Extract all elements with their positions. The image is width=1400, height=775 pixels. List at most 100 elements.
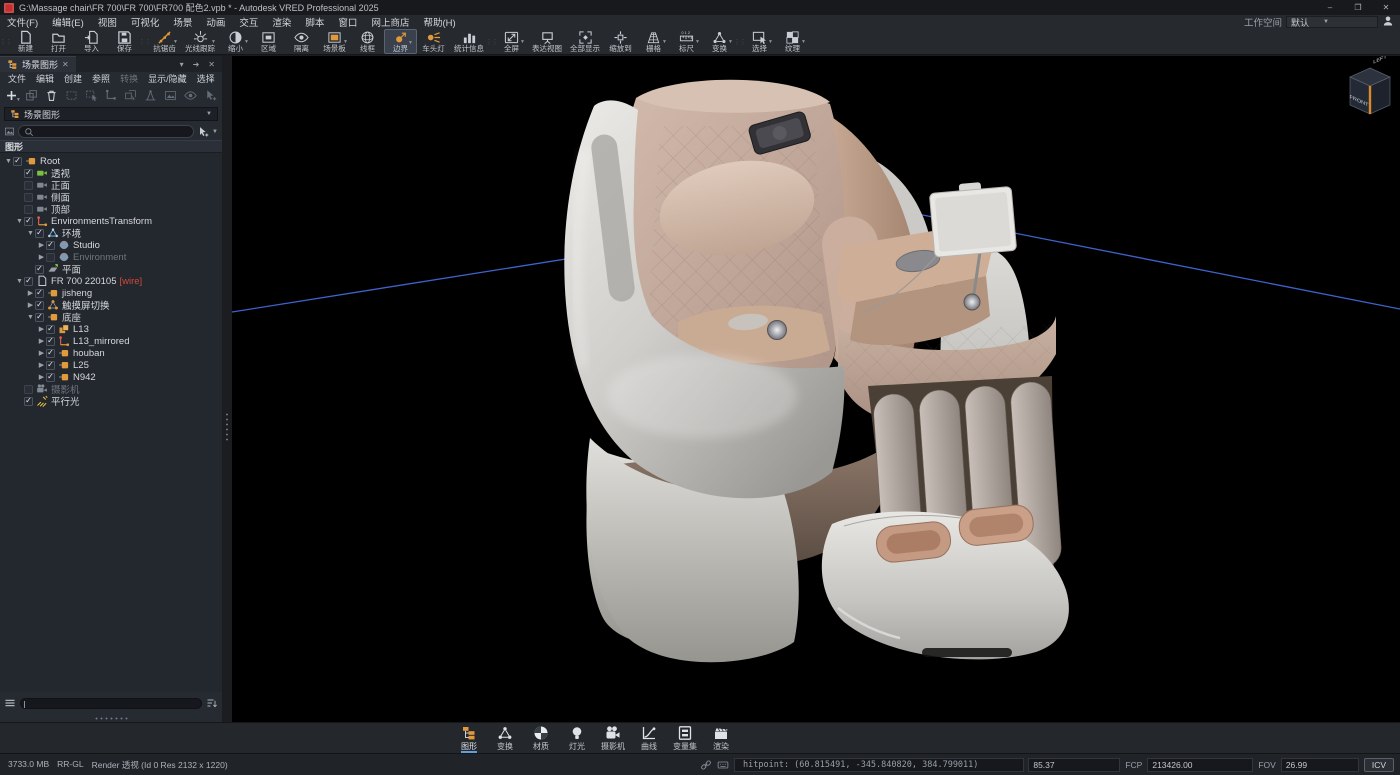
- module-摄影机[interactable]: 摄影机: [598, 723, 628, 753]
- expander-icon[interactable]: ▶: [37, 325, 46, 333]
- render-viewport[interactable]: FRONT LEFT: [232, 56, 1400, 722]
- panel-close-icon[interactable]: ✕: [208, 60, 215, 69]
- panel-menu-文件[interactable]: 文件: [3, 72, 31, 85]
- fcp-field[interactable]: 213426.00: [1147, 758, 1253, 772]
- panel-menu-创建[interactable]: 创建: [59, 72, 87, 85]
- toolbar-button-保存[interactable]: 保存: [108, 29, 141, 54]
- menu-item-脚本[interactable]: 脚本: [298, 15, 331, 29]
- tree-row[interactable]: ✓平面: [0, 263, 222, 275]
- minimize-button[interactable]: –: [1316, 0, 1344, 15]
- toolbar-grip[interactable]: ⋮⋮: [736, 29, 743, 54]
- user-icon[interactable]: [1382, 15, 1394, 30]
- tree-checkbox[interactable]: ✓: [35, 301, 44, 310]
- filter-text-field[interactable]: [20, 698, 202, 709]
- module-变量集[interactable]: 变量集: [670, 723, 700, 753]
- toolbar-button-选择[interactable]: ▼选择: [743, 29, 776, 54]
- toolbar-button-导入[interactable]: 导入: [75, 29, 108, 54]
- tree-row[interactable]: ▶✓L13_mirrored: [0, 335, 222, 347]
- panel-menu-转换[interactable]: 转换: [115, 72, 143, 85]
- toolbar-button-新建[interactable]: 新建: [9, 29, 42, 54]
- expander-icon[interactable]: ▶: [26, 289, 35, 297]
- toolbar-button-场景板[interactable]: ▼场景板: [318, 29, 351, 54]
- panel-resize-handle[interactable]: [0, 714, 222, 722]
- tree-checkbox[interactable]: ✓: [35, 265, 44, 274]
- panel-tool-select-cursor[interactable]: [82, 87, 100, 104]
- panel-tool-delete[interactable]: [43, 87, 61, 104]
- toolbar-button-缩小[interactable]: ▼缩小: [219, 29, 252, 54]
- fov-field[interactable]: 26.99: [1281, 758, 1359, 772]
- expander-icon[interactable]: ▼: [26, 314, 35, 321]
- expander-icon[interactable]: ▶: [37, 373, 46, 381]
- menu-item-渲染[interactable]: 渲染: [265, 15, 298, 29]
- tree-row[interactable]: ▼✓FR 700 220105[wire]: [0, 275, 222, 287]
- tree-checkbox[interactable]: ✓: [46, 241, 55, 250]
- expander-icon[interactable]: ▶: [37, 361, 46, 369]
- tree-row[interactable]: ▶✓Studio: [0, 239, 222, 251]
- panel-menu-arrow-icon[interactable]: ▾: [180, 60, 184, 69]
- link-icon[interactable]: [700, 759, 712, 771]
- panel-tool-pick[interactable]: [201, 87, 219, 104]
- toolbar-button-全部显示[interactable]: 全部显示: [566, 29, 604, 54]
- viewport-canvas[interactable]: FRONT LEFT: [232, 56, 1400, 722]
- module-灯光[interactable]: 灯光: [562, 723, 592, 753]
- console-icon[interactable]: [717, 759, 729, 771]
- toolbar-button-栅格[interactable]: ▼栅格: [637, 29, 670, 54]
- tree-row[interactable]: ▶✓N942: [0, 371, 222, 383]
- expander-icon[interactable]: ▼: [15, 278, 24, 285]
- tree-row[interactable]: ▼✓Root: [0, 155, 222, 167]
- tree-checkbox[interactable]: ✓: [24, 217, 33, 226]
- toolbar-grip[interactable]: ⋮⋮: [488, 29, 495, 54]
- dropdown-arrow-icon[interactable]: ▼: [244, 39, 249, 45]
- dropdown-arrow-icon[interactable]: ▼: [768, 39, 773, 45]
- tree-checkbox[interactable]: ✓: [24, 169, 33, 178]
- ncp-field[interactable]: 85.37: [1028, 758, 1120, 772]
- restore-button[interactable]: ❐: [1344, 0, 1372, 15]
- dropdown-arrow-icon[interactable]: ▼: [211, 39, 216, 45]
- dropdown-arrow-icon[interactable]: ▼: [662, 39, 667, 45]
- sort-list-icon[interactable]: [206, 697, 218, 709]
- panel-tool-select-duplicate[interactable]: [122, 87, 140, 104]
- expander-icon[interactable]: ▶: [37, 337, 46, 345]
- menu-item-视图[interactable]: 视图: [91, 15, 124, 29]
- toolbar-button-纹理[interactable]: ▼纹理: [776, 29, 809, 54]
- tree-checkbox[interactable]: [46, 253, 55, 262]
- panel-tool-visibility[interactable]: [181, 87, 199, 104]
- tree-row[interactable]: ▶✓houban: [0, 347, 222, 359]
- tree-row[interactable]: ▶✓L25: [0, 359, 222, 371]
- link-icon[interactable]: [700, 759, 712, 771]
- tree-checkbox[interactable]: [24, 385, 33, 394]
- dropdown-arrow-icon[interactable]: ▼: [520, 39, 525, 45]
- panel-tool-clone[interactable]: [23, 87, 41, 104]
- toolbar-button-表达视图[interactable]: 表达视图: [528, 29, 566, 54]
- filter-icon[interactable]: [4, 126, 15, 137]
- tree-row[interactable]: 摄影机: [0, 383, 222, 395]
- massage-chair-model[interactable]: [564, 80, 1069, 663]
- menu-icon[interactable]: [4, 697, 16, 709]
- toolbar-grip[interactable]: ⋮⋮: [141, 29, 148, 54]
- toolbar-button-变换[interactable]: ▼变换: [703, 29, 736, 54]
- tree-row[interactable]: 顶部: [0, 203, 222, 215]
- dropdown-arrow-icon[interactable]: ▼: [343, 39, 348, 45]
- tree-checkbox[interactable]: ✓: [24, 397, 33, 406]
- expander-icon[interactable]: ▶: [26, 301, 35, 309]
- toolbar-button-统计信息[interactable]: 统计信息: [450, 29, 488, 54]
- tree-checkbox[interactable]: ✓: [35, 289, 44, 298]
- panel-menu-显示/隐藏[interactable]: 显示/隐藏: [143, 72, 192, 85]
- toolbar-button-缩放到[interactable]: 缩放到: [604, 29, 637, 54]
- user-icon[interactable]: [1382, 15, 1394, 27]
- sort-list-icon[interactable]: [206, 697, 218, 709]
- console-icon[interactable]: [717, 759, 729, 771]
- filter-icon[interactable]: [4, 126, 15, 137]
- menu-item-交互[interactable]: 交互: [232, 15, 265, 29]
- expander-icon[interactable]: ▶: [37, 253, 46, 261]
- expander-icon[interactable]: ▶: [37, 349, 46, 357]
- tree-row[interactable]: ▼✓底座: [0, 311, 222, 323]
- tree-row[interactable]: ▶Environment: [0, 251, 222, 263]
- view-cube[interactable]: FRONT LEFT: [1350, 56, 1390, 114]
- panel-tool-select-transform[interactable]: [142, 87, 160, 104]
- module-图形[interactable]: 图形: [454, 723, 484, 753]
- dropdown-arrow-icon[interactable]: ▼: [408, 40, 413, 46]
- menu-item-可视化[interactable]: 可视化: [124, 15, 167, 29]
- cursor-select-icon[interactable]: [197, 126, 209, 138]
- panel-tool-create-node[interactable]: ▼: [3, 87, 21, 104]
